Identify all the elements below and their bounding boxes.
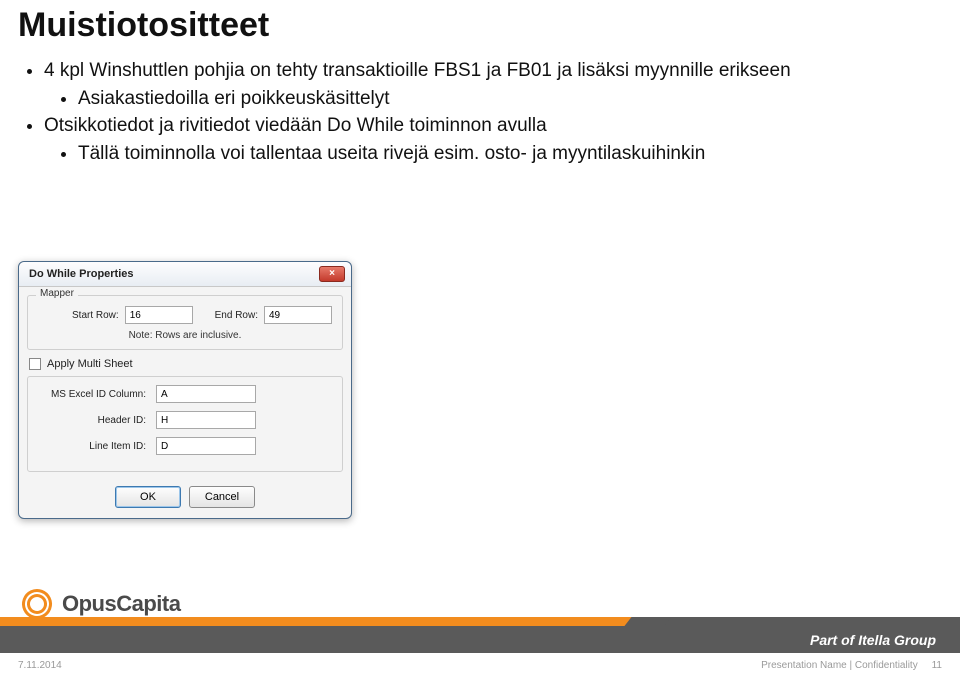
cancel-button[interactable]: Cancel	[189, 486, 255, 508]
excel-id-column-label: MS Excel ID Column:	[38, 389, 146, 400]
footer-bar: OpusCapita Part of Itella Group	[0, 601, 960, 653]
header-id-label: Header ID:	[38, 415, 146, 426]
do-while-properties-dialog: Do While Properties × Mapper Start Row: …	[18, 261, 352, 519]
dialog-title: Do While Properties	[29, 268, 134, 280]
subfooter: 7.11.2014 Presentation Name | Confidenti…	[18, 660, 942, 671]
bullet-1-1: Asiakastiedoilla eri poikkeuskäsittelyt	[78, 86, 940, 112]
mapper-panel: Mapper Start Row: End Row: Note: Rows ar…	[27, 295, 343, 350]
line-item-id-label: Line Item ID:	[38, 441, 146, 452]
mapper-legend: Mapper	[36, 288, 78, 299]
footer-grey-extension	[660, 617, 960, 626]
end-row-label: End Row:	[215, 310, 258, 321]
slide-content: 4 kpl Winshuttlen pohjia on tehty transa…	[22, 58, 940, 169]
footer-date: 7.11.2014	[18, 660, 62, 671]
excel-id-column-input[interactable]	[156, 385, 256, 403]
footer-grey-bar: Part of Itella Group	[0, 626, 960, 653]
footer-tagline: Part of Itella Group	[810, 632, 936, 648]
dialog-button-bar: OK Cancel	[19, 482, 351, 518]
logo: OpusCapita	[22, 589, 180, 619]
slide: { "title": "Muistiotositteet", "bullets"…	[0, 0, 960, 675]
mapper-note: Note: Rows are inclusive.	[38, 330, 332, 341]
slide-title: Muistiotositteet	[18, 6, 269, 45]
bullet-1: 4 kpl Winshuttlen pohjia on tehty transa…	[44, 58, 940, 84]
footer-meta: Presentation Name | Confidentiality	[761, 660, 918, 671]
footer-page-number: 11	[932, 660, 942, 671]
apply-multi-sheet-label: Apply Multi Sheet	[47, 358, 133, 370]
header-id-input[interactable]	[156, 411, 256, 429]
bullet-2: Otsikkotiedot ja rivitiedot viedään Do W…	[44, 113, 940, 139]
apply-multi-sheet-row[interactable]: Apply Multi Sheet	[29, 358, 343, 370]
dialog-titlebar[interactable]: Do While Properties ×	[19, 262, 351, 287]
line-item-id-input[interactable]	[156, 437, 256, 455]
swirl-icon	[22, 589, 54, 619]
id-fields-panel: MS Excel ID Column: Header ID: Line Item…	[27, 376, 343, 472]
start-row-label: Start Row:	[72, 310, 119, 321]
close-icon[interactable]: ×	[319, 266, 345, 282]
end-row-input[interactable]	[264, 306, 332, 324]
ok-button[interactable]: OK	[115, 486, 181, 508]
start-row-input[interactable]	[125, 306, 193, 324]
logo-text: OpusCapita	[62, 591, 180, 617]
bullet-2-1: Tällä toiminnolla voi tallentaa useita r…	[78, 141, 940, 167]
apply-multi-sheet-checkbox[interactable]	[29, 358, 41, 370]
row-start-end: Start Row: End Row:	[72, 306, 332, 324]
